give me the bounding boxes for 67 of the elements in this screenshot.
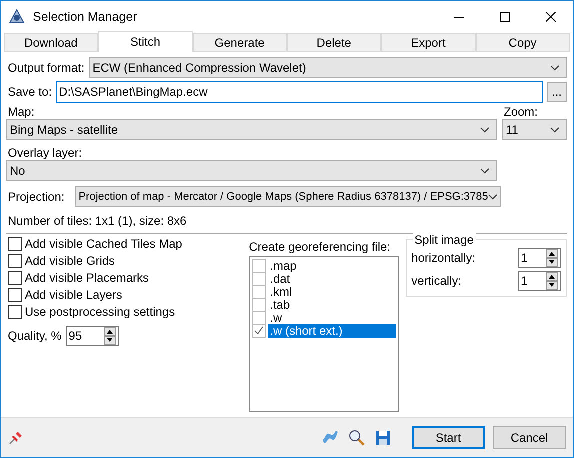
- checkbox-label[interactable]: Add visible Cached Tiles Map: [25, 236, 182, 250]
- checkbox[interactable]: [252, 284, 266, 298]
- tab[interactable]: Delete: [286, 33, 382, 52]
- chevron-icon: [550, 126, 560, 132]
- checkbox[interactable]: [8, 254, 22, 268]
- zoom-dropdown[interactable]: 11: [502, 119, 567, 140]
- field-label: Quality, %: [8, 329, 62, 343]
- save-path-field[interactable]: D:\SASPlanet\BingMap.ecw: [56, 81, 543, 103]
- field-label: Overlay layer:: [7, 146, 84, 160]
- checkbox[interactable]: [252, 298, 266, 312]
- tab[interactable]: Export: [381, 33, 476, 52]
- spin-arrows-icon[interactable]: [546, 249, 558, 267]
- split-spinbox[interactable]: 1: [518, 271, 562, 291]
- checkbox-label[interactable]: Add visible Layers: [25, 288, 122, 302]
- field-label: horizontally:: [412, 251, 476, 265]
- app-icon: [9, 8, 25, 24]
- maximize-icon[interactable]: [500, 12, 510, 22]
- field-label: Map:: [7, 105, 36, 119]
- list-item[interactable]: .w: [268, 310, 396, 324]
- tab[interactable]: Download: [4, 33, 98, 52]
- group-title: Split image: [412, 233, 476, 247]
- projection-dropdown[interactable]: Projection of map - Mercator / Google Maps (Sphere Radius 6378137) / EPSG:3785: [74, 186, 501, 207]
- checkbox[interactable]: [252, 310, 266, 324]
- output-format-dropdown[interactable]: ECW (Enhanced Compression Wavelet): [88, 57, 567, 78]
- dialog-button[interactable]: Cancel: [493, 426, 566, 449]
- split-spinbox[interactable]: 1: [518, 248, 562, 268]
- chevron-icon: [550, 64, 560, 70]
- checkbox[interactable]: [252, 258, 266, 272]
- checkbox[interactable]: [8, 270, 22, 284]
- dialog-button[interactable]: Start: [412, 426, 485, 449]
- list-item[interactable]: .dat: [268, 272, 396, 286]
- checkbox[interactable]: [8, 288, 22, 302]
- chevron-icon: [480, 126, 490, 132]
- field-label: Projection:: [7, 190, 65, 204]
- zoom-icon[interactable]: [348, 428, 366, 446]
- field-label: Save to:: [7, 85, 52, 99]
- field-label: vertically:: [412, 274, 462, 288]
- checkbox-label[interactable]: Add visible Grids: [25, 254, 116, 268]
- list-item[interactable]: .kml: [268, 284, 396, 298]
- overlay-dropdown[interactable]: No: [6, 160, 497, 181]
- list-item[interactable]: .w (short ext.): [268, 324, 396, 338]
- chevron-icon: [480, 168, 490, 174]
- list-item[interactable]: .map: [268, 258, 396, 272]
- checkbox[interactable]: [8, 236, 22, 250]
- checkbox-label[interactable]: Add visible Placemarks: [25, 270, 150, 284]
- list-item[interactable]: .tab: [268, 298, 396, 312]
- tab[interactable]: Copy: [476, 33, 570, 52]
- checkbox[interactable]: [252, 324, 266, 338]
- checkbox[interactable]: [8, 304, 22, 318]
- tab[interactable]: Stitch: [98, 31, 193, 52]
- quality-spinbox[interactable]: 95: [66, 326, 119, 346]
- field-label: Create georeferencing file:: [249, 240, 392, 254]
- close-icon[interactable]: [546, 12, 556, 22]
- checkbox-label[interactable]: Use postprocessing settings: [25, 304, 176, 318]
- tab[interactable]: Generate: [192, 33, 287, 52]
- chevron-icon: [488, 194, 498, 200]
- field-label: Output format:: [7, 60, 85, 74]
- tiles-info: Number of tiles: 1x1 (1), size: 8x6: [8, 214, 188, 228]
- field-label: Zoom:: [503, 105, 540, 119]
- map-dropdown[interactable]: Bing Maps - satellite: [6, 119, 497, 140]
- browse-button[interactable]: ...: [547, 82, 567, 102]
- window-title: Selection Manager: [33, 10, 138, 24]
- pin-icon[interactable]: [8, 430, 24, 446]
- spin-arrows-icon[interactable]: [104, 327, 116, 345]
- spin-arrows-icon[interactable]: [546, 272, 558, 290]
- checkbox[interactable]: [252, 272, 266, 286]
- save-icon[interactable]: [374, 428, 392, 446]
